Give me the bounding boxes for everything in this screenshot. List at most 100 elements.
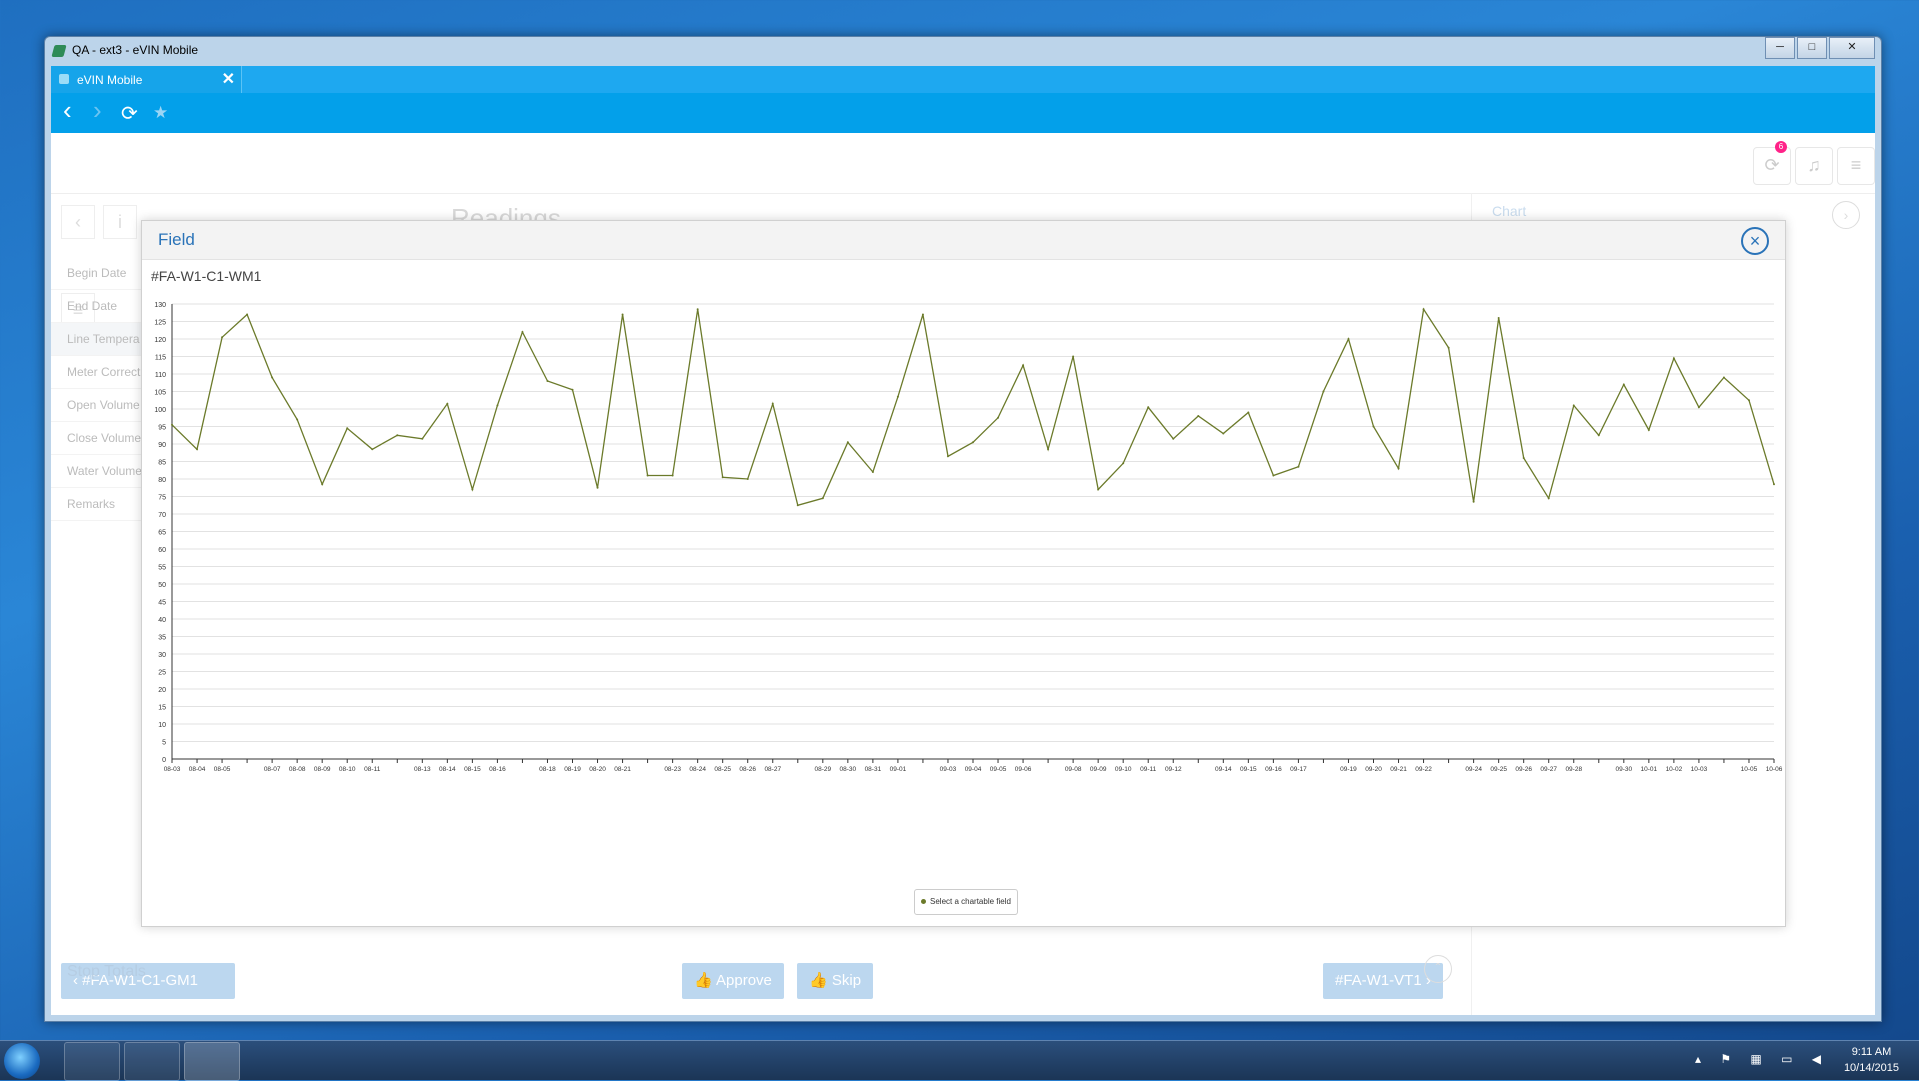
x-tick-label: 09-10: [1115, 766, 1132, 773]
x-tick-label: 09-25: [1490, 766, 1507, 773]
field-chart-modal: Field × #FA-W1-C1-WM1 0 5 10 15 20 25 30 35 40 45…: [141, 220, 1786, 927]
app-icon: [51, 45, 67, 57]
favicon-icon: [59, 74, 69, 84]
x-tick-label: 09-04: [965, 766, 982, 773]
chart-legend[interactable]: Select a chartable field: [914, 889, 1018, 915]
sync-icon[interactable]: ⟳: [1753, 147, 1791, 185]
x-tick-label: 08-07: [264, 766, 281, 773]
x-tick-label: 08-15: [464, 766, 481, 773]
y-tick-label: 95: [158, 425, 166, 432]
data-point: [496, 404, 499, 407]
data-point: [746, 478, 749, 480]
data-point: [571, 388, 574, 391]
y-tick-label: 85: [158, 460, 166, 467]
data-point: [1097, 488, 1100, 491]
menu-item-remarks[interactable]: Remarks: [51, 488, 147, 521]
data-point: [321, 483, 324, 486]
data-point: [771, 402, 774, 405]
data-point: [1647, 429, 1650, 431]
data-point: [1122, 462, 1125, 465]
x-tick-label: 10-01: [1641, 766, 1658, 773]
y-tick-label: 20: [158, 687, 166, 694]
tab-close-icon[interactable]: ✕: [222, 69, 235, 89]
system-tray-icons[interactable]: ▴ ⚑ ▦ ▭ ◀: [1695, 1052, 1829, 1066]
y-tick-label: 75: [158, 495, 166, 502]
evin-taskbar-button[interactable]: [184, 1042, 240, 1081]
x-tick-label: 09-11: [1140, 766, 1157, 773]
y-tick-label: 110: [155, 372, 166, 379]
x-tick-label: 08-09: [314, 766, 331, 773]
info-icon[interactable]: i: [103, 205, 137, 239]
data-point: [1422, 308, 1425, 311]
menu-item-close-volume[interactable]: Close Volume: [51, 422, 147, 455]
minimize-button[interactable]: ─: [1765, 37, 1795, 59]
data-point: [221, 336, 224, 339]
y-tick-label: 90: [158, 442, 166, 449]
x-tick-label: 08-27: [764, 766, 781, 773]
tab-evin-mobile[interactable]: eVIN Mobile ✕: [51, 66, 242, 93]
y-tick-label: 80: [158, 477, 166, 484]
bell-icon[interactable]: ♫: [1795, 147, 1833, 185]
data-point: [721, 476, 724, 479]
y-tick-label: 45: [158, 600, 166, 607]
x-tick-label: 09-20: [1365, 766, 1382, 773]
x-tick-label: 08-31: [865, 766, 882, 773]
start-button[interactable]: [4, 1043, 40, 1079]
data-point: [446, 402, 449, 405]
menu-item-begin-date[interactable]: Begin Date: [51, 257, 147, 290]
menu-item-meter-correction[interactable]: Meter Correct: [51, 356, 147, 389]
clock[interactable]: 9:11 AM 10/14/2015: [1844, 1044, 1899, 1076]
menu-item-open-volume[interactable]: Open Volume: [51, 389, 147, 422]
modal-title: Field: [158, 230, 195, 249]
x-tick-label: 09-06: [1015, 766, 1032, 773]
x-tick-label: 10-06: [1766, 766, 1783, 773]
y-tick-label: 50: [158, 582, 166, 589]
y-tick-label: 65: [158, 530, 166, 537]
y-tick-label: 115: [155, 355, 166, 362]
chevron-right-icon[interactable]: ›: [1832, 201, 1860, 229]
data-point: [646, 474, 649, 477]
stop-totals-label[interactable]: Stop Totals: [67, 963, 146, 981]
data-point: [1522, 457, 1525, 459]
skip-button[interactable]: 👍 Skip: [797, 963, 874, 999]
menu-item-line-temperature[interactable]: Line Tempera: [51, 323, 147, 356]
skip-label: Skip: [831, 972, 862, 989]
data-point: [1447, 346, 1450, 349]
hamburger-menu-icon[interactable]: ≡: [1837, 147, 1875, 185]
close-window-button[interactable]: ✕: [1829, 37, 1875, 59]
x-tick-label: 09-21: [1390, 766, 1407, 773]
x-tick-label: 08-30: [840, 766, 857, 773]
back-arrow-icon[interactable]: ‹: [61, 205, 95, 239]
data-point: [421, 437, 424, 440]
back-icon[interactable]: ‹: [63, 95, 72, 126]
explorer-taskbar-button[interactable]: [64, 1042, 120, 1081]
bookmark-star-icon[interactable]: ★: [153, 103, 168, 123]
line-chart: 0 5 10 15 20 25 30 35 40 45 50 55 60 65 70 75 80 85 90 95 10…: [154, 302, 1783, 773]
data-point: [1697, 406, 1700, 409]
data-point: [1472, 500, 1475, 503]
x-tick-label: 09-03: [940, 766, 957, 773]
forward-icon[interactable]: ›: [93, 95, 102, 126]
chevron-up-icon[interactable]: ˆ: [1424, 955, 1452, 983]
y-tick-label: 0: [162, 757, 166, 764]
menu-item-end-date[interactable]: End Date: [51, 290, 147, 323]
approve-button[interactable]: 👍 Approve: [682, 963, 784, 999]
maximize-button[interactable]: □: [1797, 37, 1827, 59]
chrome-taskbar-button[interactable]: [124, 1042, 180, 1081]
y-tick-label: 40: [158, 617, 166, 624]
x-tick-label: 08-11: [364, 766, 381, 773]
close-circle-icon[interactable]: ×: [1741, 227, 1769, 255]
data-point: [1047, 448, 1050, 451]
x-tick-label: 09-26: [1515, 766, 1532, 773]
reload-icon[interactable]: ⟳: [121, 101, 138, 126]
x-tick-label: 08-10: [339, 766, 356, 773]
data-point: [1347, 338, 1350, 340]
data-point: [871, 471, 874, 473]
menu-item-water-volume[interactable]: Water Volume: [51, 455, 147, 488]
data-point: [671, 474, 674, 477]
x-tick-label: 08-05: [214, 766, 231, 773]
x-tick-label: 09-09: [1090, 766, 1107, 773]
approve-label: Approve: [716, 972, 772, 989]
data-point: [246, 313, 249, 316]
data-point: [1547, 497, 1550, 500]
